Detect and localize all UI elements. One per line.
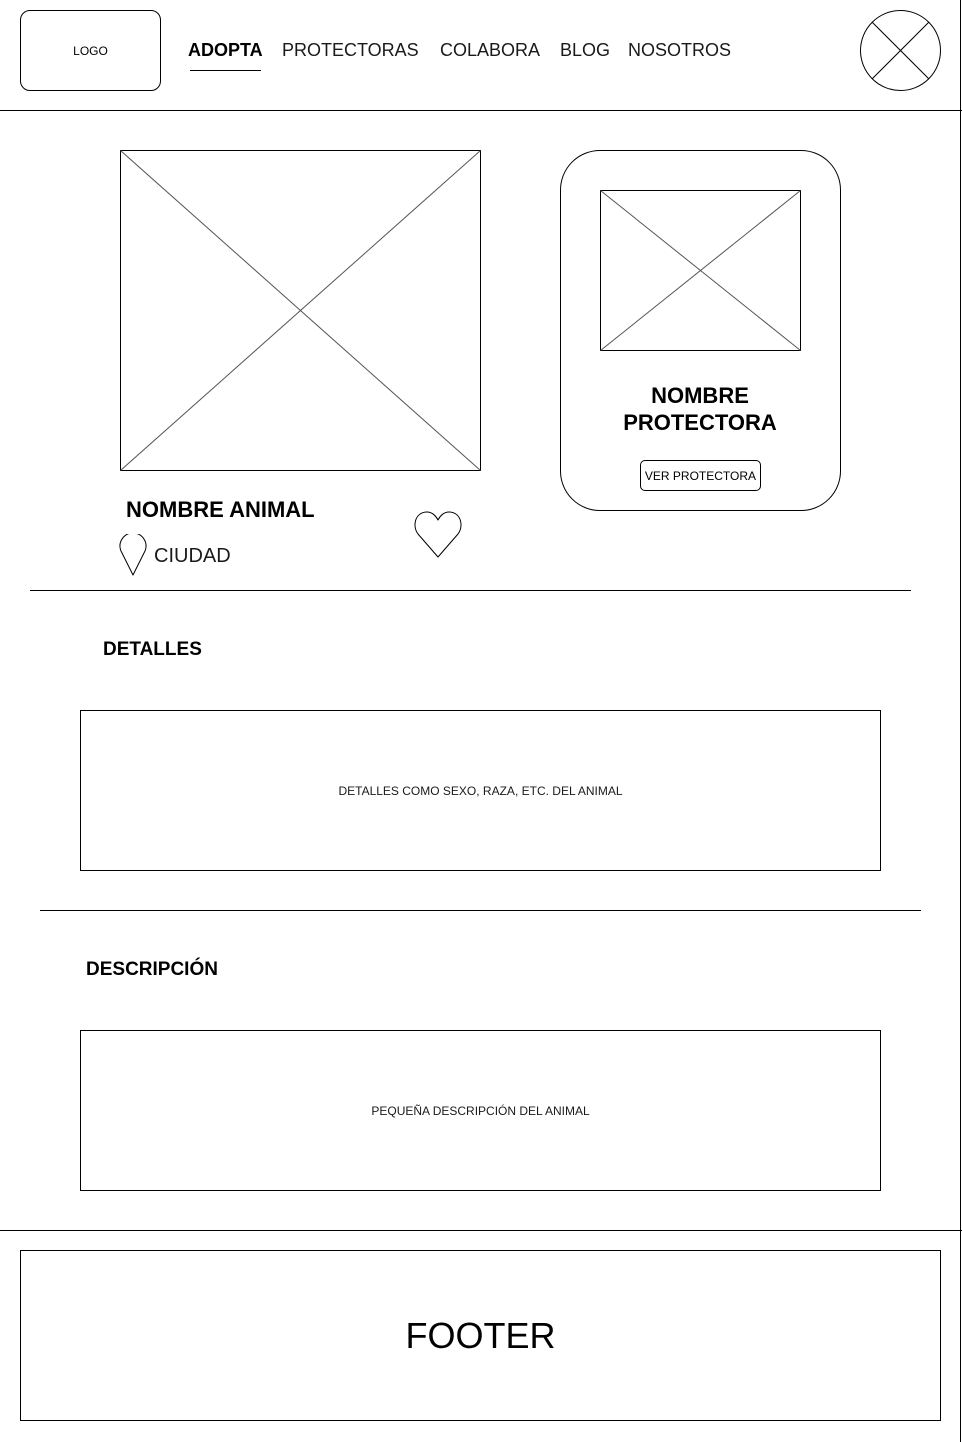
section-divider (40, 910, 921, 911)
protector-image-placeholder-icon (600, 190, 801, 351)
user-avatar-icon[interactable] (860, 10, 941, 91)
page-right-border (960, 0, 961, 1442)
section-divider (30, 590, 911, 591)
nav-item-adopta[interactable]: ADOPTA (188, 38, 263, 62)
description-content: PEQUEÑA DESCRIPCIÓN DEL ANIMAL (371, 1103, 590, 1118)
header-divider (0, 110, 962, 111)
details-title: DETALLES (103, 639, 202, 660)
protector-name: NOMBRE PROTECTORA (580, 382, 820, 436)
view-protector-button[interactable]: VER PROTECTORA (640, 460, 761, 491)
description-box: PEQUEÑA DESCRIPCIÓN DEL ANIMAL (80, 1030, 881, 1191)
logo-label: LOGO (73, 43, 108, 58)
animal-name: NOMBRE ANIMAL (126, 497, 315, 522)
nav-item-colabora[interactable]: COLABORA (440, 38, 540, 62)
animal-city: CIUDAD (154, 545, 231, 567)
nav-item-nosotros[interactable]: NOSOTROS (628, 38, 731, 62)
details-content: DETALLES COMO SEXO, RAZA, ETC. DEL ANIMA… (338, 783, 623, 798)
protector-name-line1: NOMBRE (651, 383, 749, 408)
nav-item-protectoras[interactable]: PROTECTORAS (282, 38, 419, 62)
animal-image-placeholder-icon (120, 150, 481, 471)
logo[interactable]: LOGO (20, 10, 161, 91)
description-title: DESCRIPCIÓN (86, 959, 218, 980)
nav-item-blog[interactable]: BLOG (560, 38, 610, 62)
protector-name-line2: PROTECTORA (623, 410, 777, 435)
details-box: DETALLES COMO SEXO, RAZA, ETC. DEL ANIMA… (80, 710, 881, 871)
footer-divider (0, 1230, 962, 1231)
active-nav-indicator (190, 70, 261, 71)
footer: FOOTER (20, 1250, 941, 1421)
heart-icon[interactable] (412, 508, 464, 562)
map-pin-icon (119, 534, 147, 576)
footer-label: FOOTER (405, 1314, 556, 1356)
